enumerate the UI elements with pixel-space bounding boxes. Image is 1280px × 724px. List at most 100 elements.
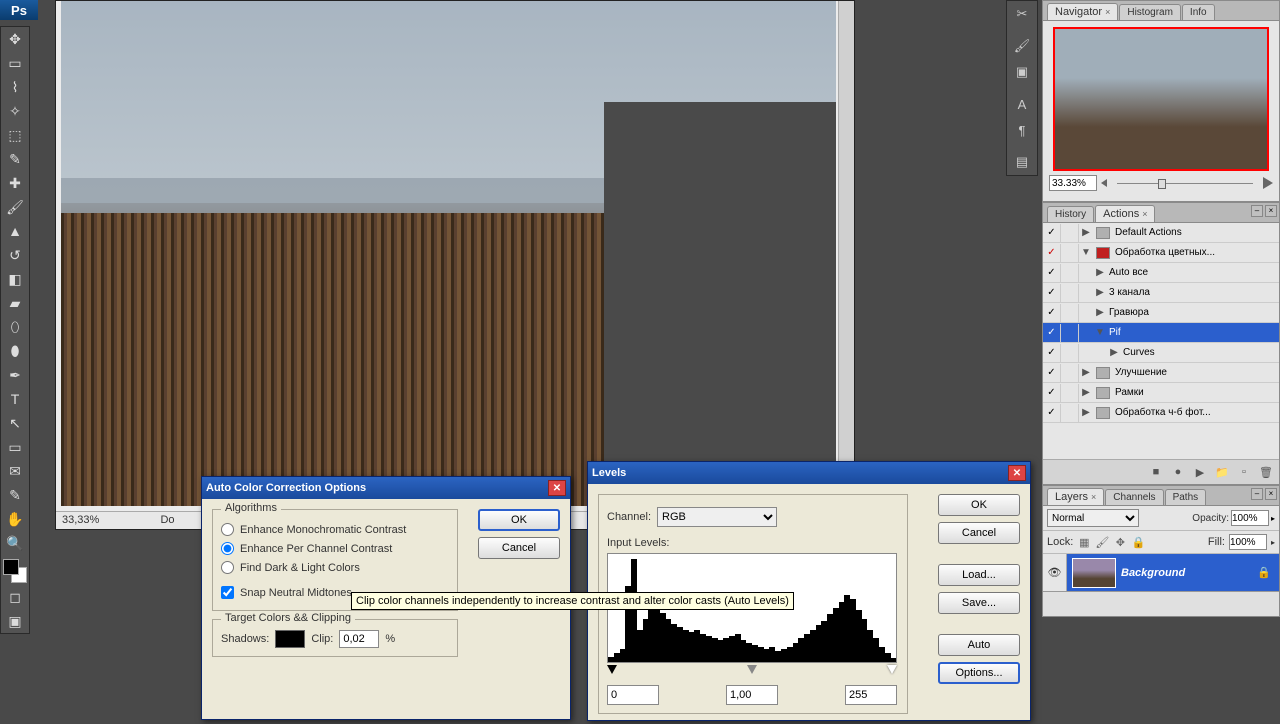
actions-newset-button[interactable]: 📁 (1213, 464, 1231, 480)
actions-row[interactable]: ✓▶3 канала (1043, 283, 1279, 303)
auto-color-ok-button[interactable]: OK (478, 509, 560, 531)
radio-find-dark-light[interactable]: Find Dark & Light Colors (221, 558, 449, 577)
brush-tool[interactable]: 🖌 (1, 195, 29, 219)
panel-minimize-button[interactable]: – (1251, 488, 1263, 500)
tab-actions[interactable]: Actions× (1095, 205, 1155, 222)
action-enable-checkbox[interactable]: ✓ (1043, 364, 1061, 382)
action-dialog-toggle[interactable] (1061, 324, 1079, 342)
action-enable-checkbox[interactable]: ✓ (1043, 284, 1061, 302)
fill-input[interactable] (1229, 534, 1267, 550)
tab-histogram[interactable]: Histogram (1119, 4, 1181, 20)
lock-position-icon[interactable]: ✥ (1113, 535, 1127, 549)
panel-minimize-button[interactable]: – (1251, 205, 1263, 217)
tab-info[interactable]: Info (1182, 4, 1215, 20)
dodge-tool[interactable]: ⬮ (1, 339, 29, 363)
navigator-zoom-input[interactable] (1049, 175, 1097, 191)
action-expand-toggle[interactable]: ▶ (1079, 367, 1093, 378)
shape-tool[interactable]: ▭ (1, 435, 29, 459)
action-dialog-toggle[interactable] (1061, 224, 1079, 242)
navigator-zoom-out-icon[interactable] (1101, 179, 1107, 187)
action-dialog-toggle[interactable] (1061, 344, 1079, 362)
action-expand-toggle[interactable]: ▶ (1093, 267, 1107, 278)
foreground-color-swatch[interactable] (3, 559, 19, 575)
pen-tool[interactable]: ✒ (1, 363, 29, 387)
color-swatches[interactable] (1, 557, 29, 585)
levels-ok-button[interactable]: OK (938, 494, 1020, 516)
action-expand-toggle[interactable]: ▶ (1079, 227, 1093, 238)
white-point-slider[interactable] (887, 665, 897, 674)
marquee-tool[interactable]: ▭ (1, 51, 29, 75)
path-tool[interactable]: ↖ (1, 411, 29, 435)
actions-row[interactable]: ✓▶Гравюра (1043, 303, 1279, 323)
dock-icon-brushes[interactable]: 🖌 (1007, 33, 1037, 59)
levels-sliders[interactable] (607, 667, 897, 677)
levels-cancel-button[interactable]: Cancel (938, 522, 1020, 544)
action-expand-toggle[interactable]: ▼ (1093, 327, 1107, 338)
auto-color-close-button[interactable]: ✕ (548, 480, 566, 496)
fill-flyout-icon[interactable]: ▸ (1271, 538, 1275, 547)
wand-tool[interactable]: ✧ (1, 99, 29, 123)
actions-new-button[interactable]: ▫ (1235, 464, 1253, 480)
navigator-zoom-slider[interactable] (1111, 183, 1259, 184)
actions-row[interactable]: ✓▶Auto все (1043, 263, 1279, 283)
crop-tool[interactable]: ⬚ (1, 123, 29, 147)
dock-icon-1[interactable]: ✂ (1007, 1, 1037, 27)
actions-play-button[interactable]: ▶ (1191, 464, 1209, 480)
dock-icon-clone[interactable]: ▣ (1007, 59, 1037, 85)
opacity-input[interactable] (1231, 510, 1269, 526)
panel-close-button[interactable]: × (1265, 488, 1277, 500)
blend-mode-select[interactable]: Normal (1047, 509, 1139, 527)
tab-channels[interactable]: Channels (1105, 489, 1163, 505)
action-enable-checkbox[interactable]: ✓ (1043, 344, 1061, 362)
action-expand-toggle[interactable]: ▶ (1107, 347, 1121, 358)
action-dialog-toggle[interactable] (1061, 244, 1079, 262)
action-dialog-toggle[interactable] (1061, 264, 1079, 282)
document-scrollbar-vertical[interactable] (838, 1, 854, 506)
navigator-thumbnail[interactable] (1053, 27, 1269, 171)
levels-close-button[interactable]: ✕ (1008, 465, 1026, 481)
action-enable-checkbox[interactable]: ✓ (1043, 404, 1061, 422)
action-dialog-toggle[interactable] (1061, 404, 1079, 422)
midpoint-slider[interactable] (747, 665, 757, 674)
action-enable-checkbox[interactable]: ✓ (1043, 264, 1061, 282)
layer-row-background[interactable]: 👁 Background 🔒 (1043, 554, 1279, 592)
document-zoom-label[interactable]: 33,33% (62, 514, 99, 526)
tab-paths[interactable]: Paths (1165, 489, 1207, 505)
action-expand-toggle[interactable]: ▶ (1079, 407, 1093, 418)
actions-row[interactable]: ✓▼Обработка цветных... (1043, 243, 1279, 263)
lock-all-icon[interactable]: 🔒 (1131, 535, 1145, 549)
auto-color-cancel-button[interactable]: Cancel (478, 537, 560, 559)
levels-options-button[interactable]: Options... (938, 662, 1020, 684)
navigator-zoom-in-icon[interactable] (1263, 177, 1273, 189)
document-canvas[interactable] (61, 1, 836, 506)
move-tool[interactable]: ✥ (1, 27, 29, 51)
black-point-slider[interactable] (607, 665, 617, 674)
tab-history[interactable]: History (1047, 206, 1094, 222)
dock-icon-layercomps[interactable]: ▤ (1007, 149, 1037, 175)
levels-save-button[interactable]: Save... (938, 592, 1020, 614)
channel-select[interactable]: RGB (657, 507, 777, 527)
action-dialog-toggle[interactable] (1061, 364, 1079, 382)
input-white-field[interactable] (845, 685, 897, 705)
lock-transparency-icon[interactable]: ▦ (1077, 535, 1091, 549)
shadows-color-swatch[interactable] (275, 630, 305, 648)
action-expand-toggle[interactable]: ▼ (1079, 247, 1093, 258)
action-enable-checkbox[interactable]: ✓ (1043, 384, 1061, 402)
zoom-tool[interactable]: 🔍 (1, 531, 29, 555)
shadows-clip-input[interactable] (339, 630, 379, 648)
layers-empty-area[interactable] (1043, 592, 1279, 616)
layer-thumbnail[interactable] (1072, 558, 1116, 588)
action-dialog-toggle[interactable] (1061, 384, 1079, 402)
action-expand-toggle[interactable]: ▶ (1093, 307, 1107, 318)
tab-layers[interactable]: Layers× (1047, 488, 1104, 505)
sampler-tool[interactable]: ✎ (1, 483, 29, 507)
action-enable-checkbox[interactable]: ✓ (1043, 244, 1061, 262)
dock-icon-paragraph[interactable]: ¶ (1007, 117, 1037, 143)
action-dialog-toggle[interactable] (1061, 304, 1079, 322)
gradient-tool[interactable]: ▰ (1, 291, 29, 315)
lock-pixels-icon[interactable]: 🖌 (1095, 535, 1109, 549)
notes-tool[interactable]: ✉ (1, 459, 29, 483)
eraser-tool[interactable]: ◧ (1, 267, 29, 291)
input-black-field[interactable] (607, 685, 659, 705)
action-enable-checkbox[interactable]: ✓ (1043, 224, 1061, 242)
